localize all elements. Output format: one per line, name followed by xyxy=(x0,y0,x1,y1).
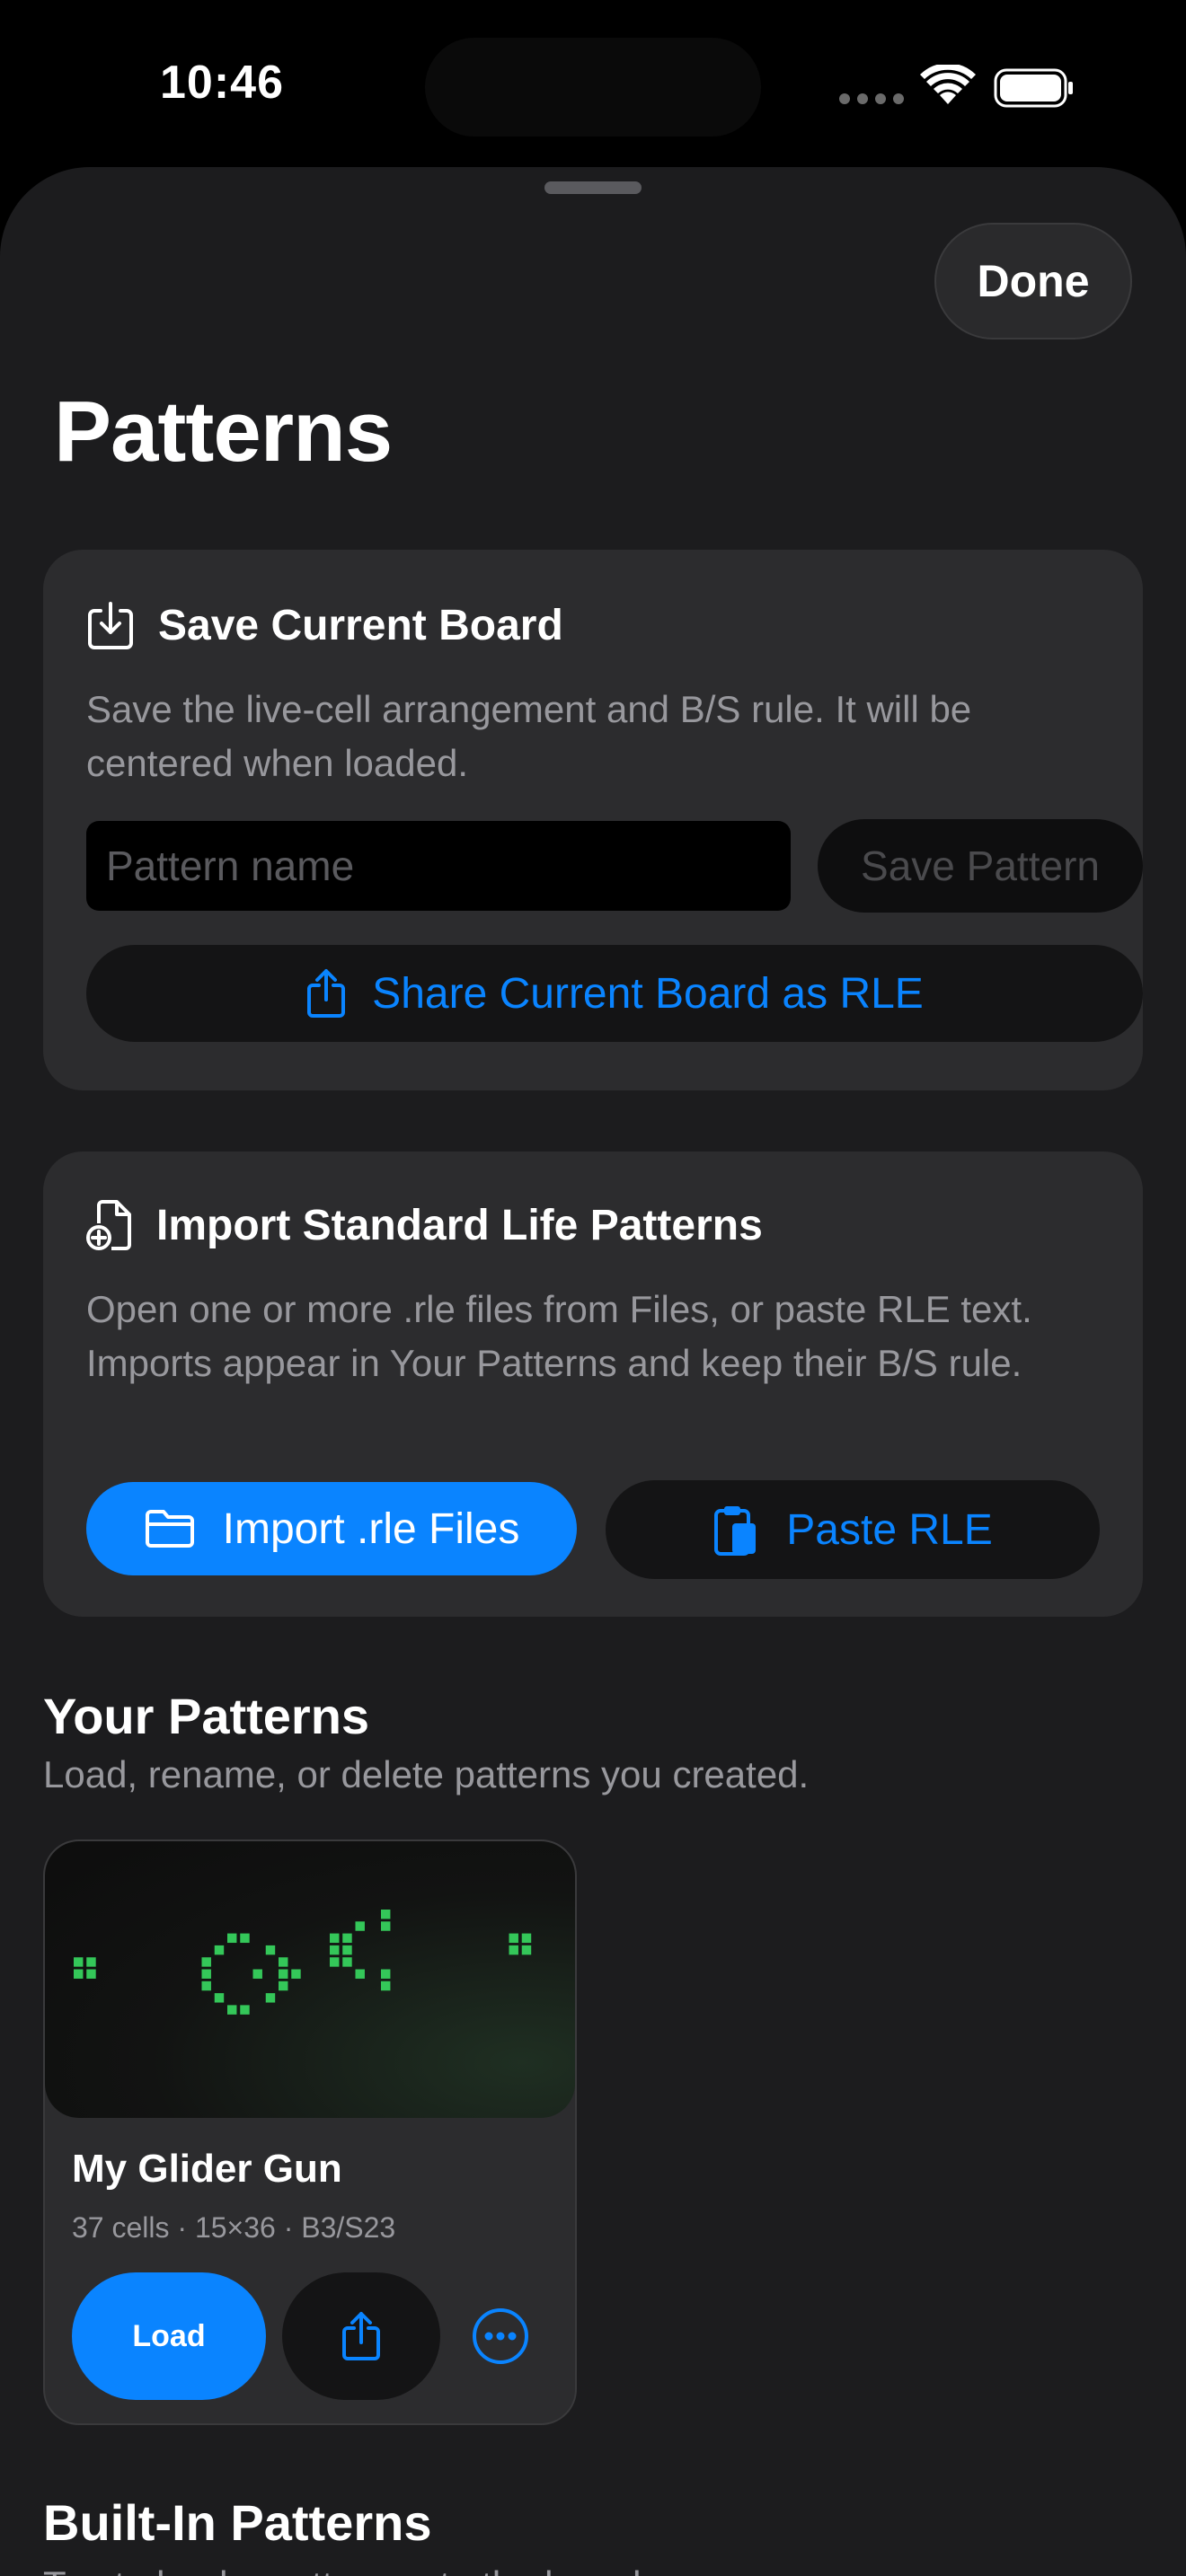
live-cell xyxy=(74,1957,84,1967)
your-patterns-title: Your Patterns xyxy=(43,1688,370,1744)
live-cell xyxy=(291,1969,301,1979)
live-cell xyxy=(330,1945,340,1955)
folder-icon xyxy=(145,1510,194,1548)
live-cell xyxy=(265,1993,276,2003)
your-patterns-subtitle: Load, rename, or delete patterns you cre… xyxy=(43,1753,810,1795)
live-cell xyxy=(214,1993,225,2003)
import-card-title: Import Standard Life Patterns xyxy=(156,1201,763,1249)
live-cell xyxy=(355,1921,365,1931)
save-card-title: Save Current Board xyxy=(158,601,563,649)
done-button[interactable]: Done xyxy=(934,223,1132,340)
screen: 10:46 Done Patterns Save Current Board S xyxy=(0,0,1186,2576)
live-cell xyxy=(240,2005,250,2015)
import-card-header: Import Standard Life Patterns xyxy=(86,1198,763,1252)
live-cell xyxy=(381,1969,391,1979)
live-cell xyxy=(240,1933,250,1944)
paste-rle-button[interactable]: Paste RLE xyxy=(606,1480,1100,1579)
status-time: 10:46 xyxy=(160,57,284,109)
live-cell xyxy=(279,1969,288,1979)
live-cell xyxy=(342,1945,352,1955)
wifi-icon xyxy=(920,65,976,104)
live-cell xyxy=(381,1981,391,1991)
live-cell xyxy=(74,1969,84,1979)
pattern-preview-grid xyxy=(74,1910,532,2015)
share-rle-button[interactable]: Share Current Board as RLE xyxy=(86,945,1143,1042)
live-cell xyxy=(521,1945,532,1955)
more-options-icon[interactable] xyxy=(471,2307,530,2366)
import-rle-files-button[interactable]: Import .rle Files xyxy=(86,1482,577,1575)
share-icon xyxy=(307,969,346,1018)
pattern-name-input[interactable] xyxy=(86,821,791,911)
save-download-icon xyxy=(88,602,133,649)
live-cell xyxy=(381,1921,391,1931)
save-board-card: Save Current Board Save the live-cell ar… xyxy=(43,550,1143,1090)
live-cell xyxy=(342,1933,352,1944)
live-cell xyxy=(201,1969,211,1979)
document-add-icon xyxy=(86,1200,131,1250)
live-cell xyxy=(227,2005,237,2015)
live-cell xyxy=(330,1957,340,1967)
dynamic-island xyxy=(425,38,761,137)
built-in-patterns-subtitle: Tap to load a pattern onto the board. xyxy=(43,2563,651,2576)
save-card-header: Save Current Board xyxy=(86,598,563,652)
battery-icon xyxy=(994,68,1073,108)
import-card-description: Open one or more .rle files from Files, … xyxy=(86,1288,1032,1384)
live-cell xyxy=(279,1981,288,1991)
live-cell xyxy=(509,1945,518,1955)
clipboard-paste-icon xyxy=(714,1506,757,1556)
paste-rle-label: Paste RLE xyxy=(786,1505,993,1554)
cellular-signal-icon xyxy=(839,93,904,104)
live-cell xyxy=(252,1969,262,1979)
live-cell xyxy=(201,1957,211,1967)
live-cell xyxy=(330,1933,340,1944)
live-cell xyxy=(521,1933,532,1944)
pattern-tile[interactable]: My Glider Gun 37 cells · 15×36 · B3/S23 … xyxy=(43,1839,577,2425)
import-rle-files-label: Import .rle Files xyxy=(222,1504,520,1553)
live-cell xyxy=(509,1933,518,1944)
live-cell xyxy=(214,1945,225,1955)
live-cell xyxy=(201,1981,211,1991)
import-card: Import Standard Life Patterns Open one o… xyxy=(43,1151,1143,1617)
live-cell xyxy=(265,1945,276,1955)
live-cell xyxy=(342,1957,352,1967)
pattern-meta: 37 cells · 15×36 · B3/S23 xyxy=(72,2211,396,2244)
live-cell xyxy=(355,1969,365,1979)
save-pattern-button[interactable]: Save Pattern xyxy=(818,819,1143,913)
share-rle-label: Share Current Board as RLE xyxy=(372,969,924,1018)
live-cell xyxy=(86,1969,96,1979)
load-pattern-button[interactable]: Load xyxy=(72,2272,266,2400)
live-cell xyxy=(86,1957,96,1967)
built-in-patterns-title: Built-In Patterns xyxy=(43,2494,432,2551)
live-cell xyxy=(227,1933,237,1944)
live-cell xyxy=(279,1957,288,1967)
save-card-description: Save the live-cell arrangement and B/S r… xyxy=(86,688,972,784)
sheet-grabber[interactable] xyxy=(544,181,642,194)
pattern-name: My Glider Gun xyxy=(72,2147,342,2191)
page-title: Patterns xyxy=(54,384,393,480)
live-cell xyxy=(381,1910,391,1919)
pattern-preview xyxy=(45,1841,575,2118)
share-icon xyxy=(342,2312,380,2360)
patterns-sheet: Done Patterns Save Current Board Save th… xyxy=(0,167,1186,2576)
share-pattern-button[interactable] xyxy=(282,2272,440,2400)
